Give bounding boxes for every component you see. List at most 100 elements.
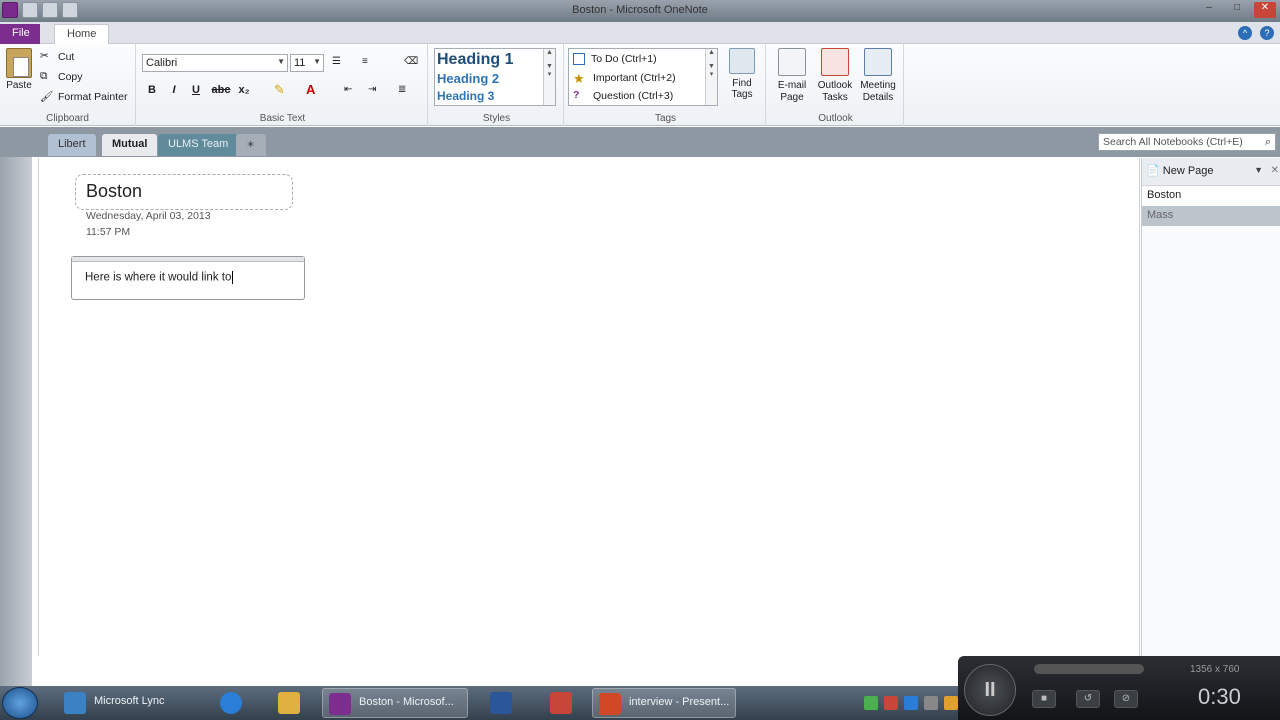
tray-icon[interactable] xyxy=(944,696,958,710)
outlook-tasks-button[interactable]: Outlook Tasks xyxy=(814,48,856,104)
cancel-icon[interactable]: ⊘ xyxy=(1114,690,1138,708)
note-text[interactable]: Here is where it would link to xyxy=(85,272,231,284)
paste-icon xyxy=(6,48,32,78)
help-icon[interactable]: ? xyxy=(1260,26,1274,40)
paintbrush-icon: 🖌 xyxy=(40,91,54,103)
taskbar-item-onenote-label: Boston - Microsof... xyxy=(359,696,454,708)
email-page-line2: Page xyxy=(780,92,804,103)
styles-scrollbar[interactable]: ▲ ▼ ▾ xyxy=(543,49,555,105)
close-icon[interactable]: ✕ xyxy=(1271,165,1279,176)
search-input[interactable]: Search All Notebooks (Ctrl+E) ⌕ xyxy=(1098,133,1276,151)
tab-home[interactable]: Home xyxy=(54,24,110,44)
powerpoint-icon xyxy=(599,693,621,715)
tray-icon[interactable] xyxy=(864,696,878,710)
tray-icon[interactable] xyxy=(904,696,918,710)
tags-gallery: To Do (Ctrl+1) ★ Important (Ctrl+2) ? Qu… xyxy=(568,48,718,106)
taskbar-item-onenote[interactable]: Boston - Microsof... xyxy=(322,688,468,718)
page-item-boston[interactable]: Boston xyxy=(1142,186,1280,206)
section-tab-mutual[interactable]: Mutual xyxy=(102,134,158,156)
style-heading-1[interactable]: Heading 1 xyxy=(437,51,513,69)
outlook-tasks-line2: Tasks xyxy=(822,92,848,103)
window-title: Boston - Microsoft OneNote xyxy=(572,4,708,16)
strikethrough-button[interactable]: abc xyxy=(210,84,232,96)
italic-button[interactable]: I xyxy=(166,84,182,96)
tag-to-do[interactable]: To Do (Ctrl+1) xyxy=(573,53,657,65)
paste-button[interactable]: Paste xyxy=(4,48,34,91)
font-color-icon[interactable]: A xyxy=(306,82,315,97)
taskbar-item-lync[interactable]: Microsoft Lync xyxy=(58,688,198,718)
audio-level-slider[interactable] xyxy=(1034,664,1144,674)
underline-button[interactable]: U xyxy=(188,84,204,96)
onenote-icon xyxy=(329,693,351,715)
cut-button[interactable]: ✂ Cut xyxy=(40,50,74,64)
note-container[interactable]: Here is where it would link to xyxy=(71,256,305,300)
clear-formatting-icon[interactable]: ⌫ xyxy=(404,56,418,67)
folder-icon xyxy=(278,692,300,714)
tag-to-do-label: To Do (Ctrl+1) xyxy=(591,53,657,65)
tab-file[interactable]: File xyxy=(0,24,40,44)
find-tags-button[interactable]: Find Tags xyxy=(724,48,760,100)
taskbar-item-lync-label: Microsoft Lync xyxy=(94,695,165,707)
notebook-navigation-strip[interactable] xyxy=(0,157,32,686)
bullets-icon[interactable]: ☰ xyxy=(332,56,341,67)
decrease-indent-icon[interactable]: ⇤ xyxy=(344,84,352,95)
scissors-icon: ✂ xyxy=(40,50,49,62)
start-button[interactable] xyxy=(2,687,38,719)
bold-button[interactable]: B xyxy=(144,84,160,96)
taskbar-item-powerpoint[interactable]: interview - Present... xyxy=(592,688,736,718)
question-icon: ? xyxy=(573,89,580,101)
ribbon-minimize-icon[interactable]: ^ xyxy=(1238,26,1252,40)
increase-indent-icon[interactable]: ⇥ xyxy=(368,84,376,95)
taskbar-item-acrobat[interactable] xyxy=(534,688,588,718)
section-tab-ulms-team[interactable]: ULMS Team xyxy=(158,134,239,156)
add-section-tab[interactable]: ✶ xyxy=(236,134,266,156)
taskbar-item-explorer[interactable] xyxy=(262,688,316,718)
font-name-select[interactable]: Calibri ▼ xyxy=(142,54,288,72)
redo-icon[interactable]: ↺ xyxy=(1076,690,1100,708)
align-icon[interactable]: ≣ xyxy=(398,84,406,95)
font-size-select[interactable]: 11 ▼ xyxy=(290,54,324,72)
tray-icon[interactable] xyxy=(924,696,938,710)
style-heading-2[interactable]: Heading 2 xyxy=(437,71,499,86)
checkbox-icon xyxy=(573,53,585,65)
subscript-button[interactable]: x₂ xyxy=(234,84,254,96)
ribbon-tabs: File Home ^ ? xyxy=(0,22,1280,44)
recording-timer: 0:30 xyxy=(1198,684,1241,709)
page-title[interactable]: Boston xyxy=(75,174,293,210)
page-item-mass[interactable]: Mass xyxy=(1142,206,1280,226)
search-icon[interactable]: ⌕ xyxy=(1265,136,1271,149)
tags-group-label: Tags xyxy=(654,113,677,124)
section-tabs-bar: Libert Mutual ULMS Team ✶ Search All Not… xyxy=(0,127,1280,157)
minimize-button[interactable]: – xyxy=(1198,2,1220,18)
tag-important-label: Important (Ctrl+2) xyxy=(593,72,676,84)
email-page-line1: E-mail xyxy=(777,80,807,91)
tag-important[interactable]: ★ Important (Ctrl+2) xyxy=(573,71,676,86)
pause-button[interactable]: II xyxy=(964,664,1016,716)
chevron-down-icon[interactable]: ▼ xyxy=(1254,165,1263,175)
note-container-grip[interactable] xyxy=(72,257,304,262)
section-tab-libert[interactable]: Libert xyxy=(48,134,96,156)
styles-gallery: Heading 1 Heading 2 Heading 3 ▲ ▼ ▾ xyxy=(434,48,556,106)
basic-text-group: Calibri ▼ 11 ▼ ☰ ≡ ⌫ B I U abc x₂ ✎ A ⇤ … xyxy=(138,44,428,126)
maximize-button[interactable]: □ xyxy=(1226,2,1248,18)
tag-question[interactable]: ? Question (Ctrl+3) xyxy=(573,89,673,103)
copy-button[interactable]: ⧉ Copy xyxy=(40,70,83,84)
close-button[interactable]: ✕ xyxy=(1254,2,1276,18)
stop-button[interactable]: ■ xyxy=(1032,690,1056,708)
format-painter-button[interactable]: 🖌 Format Painter xyxy=(40,90,127,104)
taskbar-item-word[interactable] xyxy=(474,688,528,718)
taskbar-item-powerpoint-label: interview - Present... xyxy=(629,696,730,708)
style-heading-3[interactable]: Heading 3 xyxy=(437,89,494,103)
page-date: Wednesday, April 03, 2013 xyxy=(86,210,211,222)
page-canvas[interactable]: Boston Wednesday, April 03, 2013 11:57 P… xyxy=(38,158,1140,656)
email-page-button[interactable]: E-mail Page xyxy=(772,48,812,104)
new-page-button[interactable]: 📄 New Page ▼ ✕ xyxy=(1142,158,1280,186)
highlight-icon[interactable]: ✎ xyxy=(274,82,285,98)
tags-scrollbar[interactable]: ▲ ▼ ▾ xyxy=(705,49,717,105)
tray-icon[interactable] xyxy=(884,696,898,710)
new-page-label: New Page xyxy=(1162,165,1214,177)
meeting-details-button[interactable]: Meeting Details xyxy=(856,48,900,104)
taskbar-item-ie[interactable] xyxy=(204,688,258,718)
tag-question-label: Question (Ctrl+3) xyxy=(593,90,674,102)
numbering-icon[interactable]: ≡ xyxy=(362,56,368,67)
